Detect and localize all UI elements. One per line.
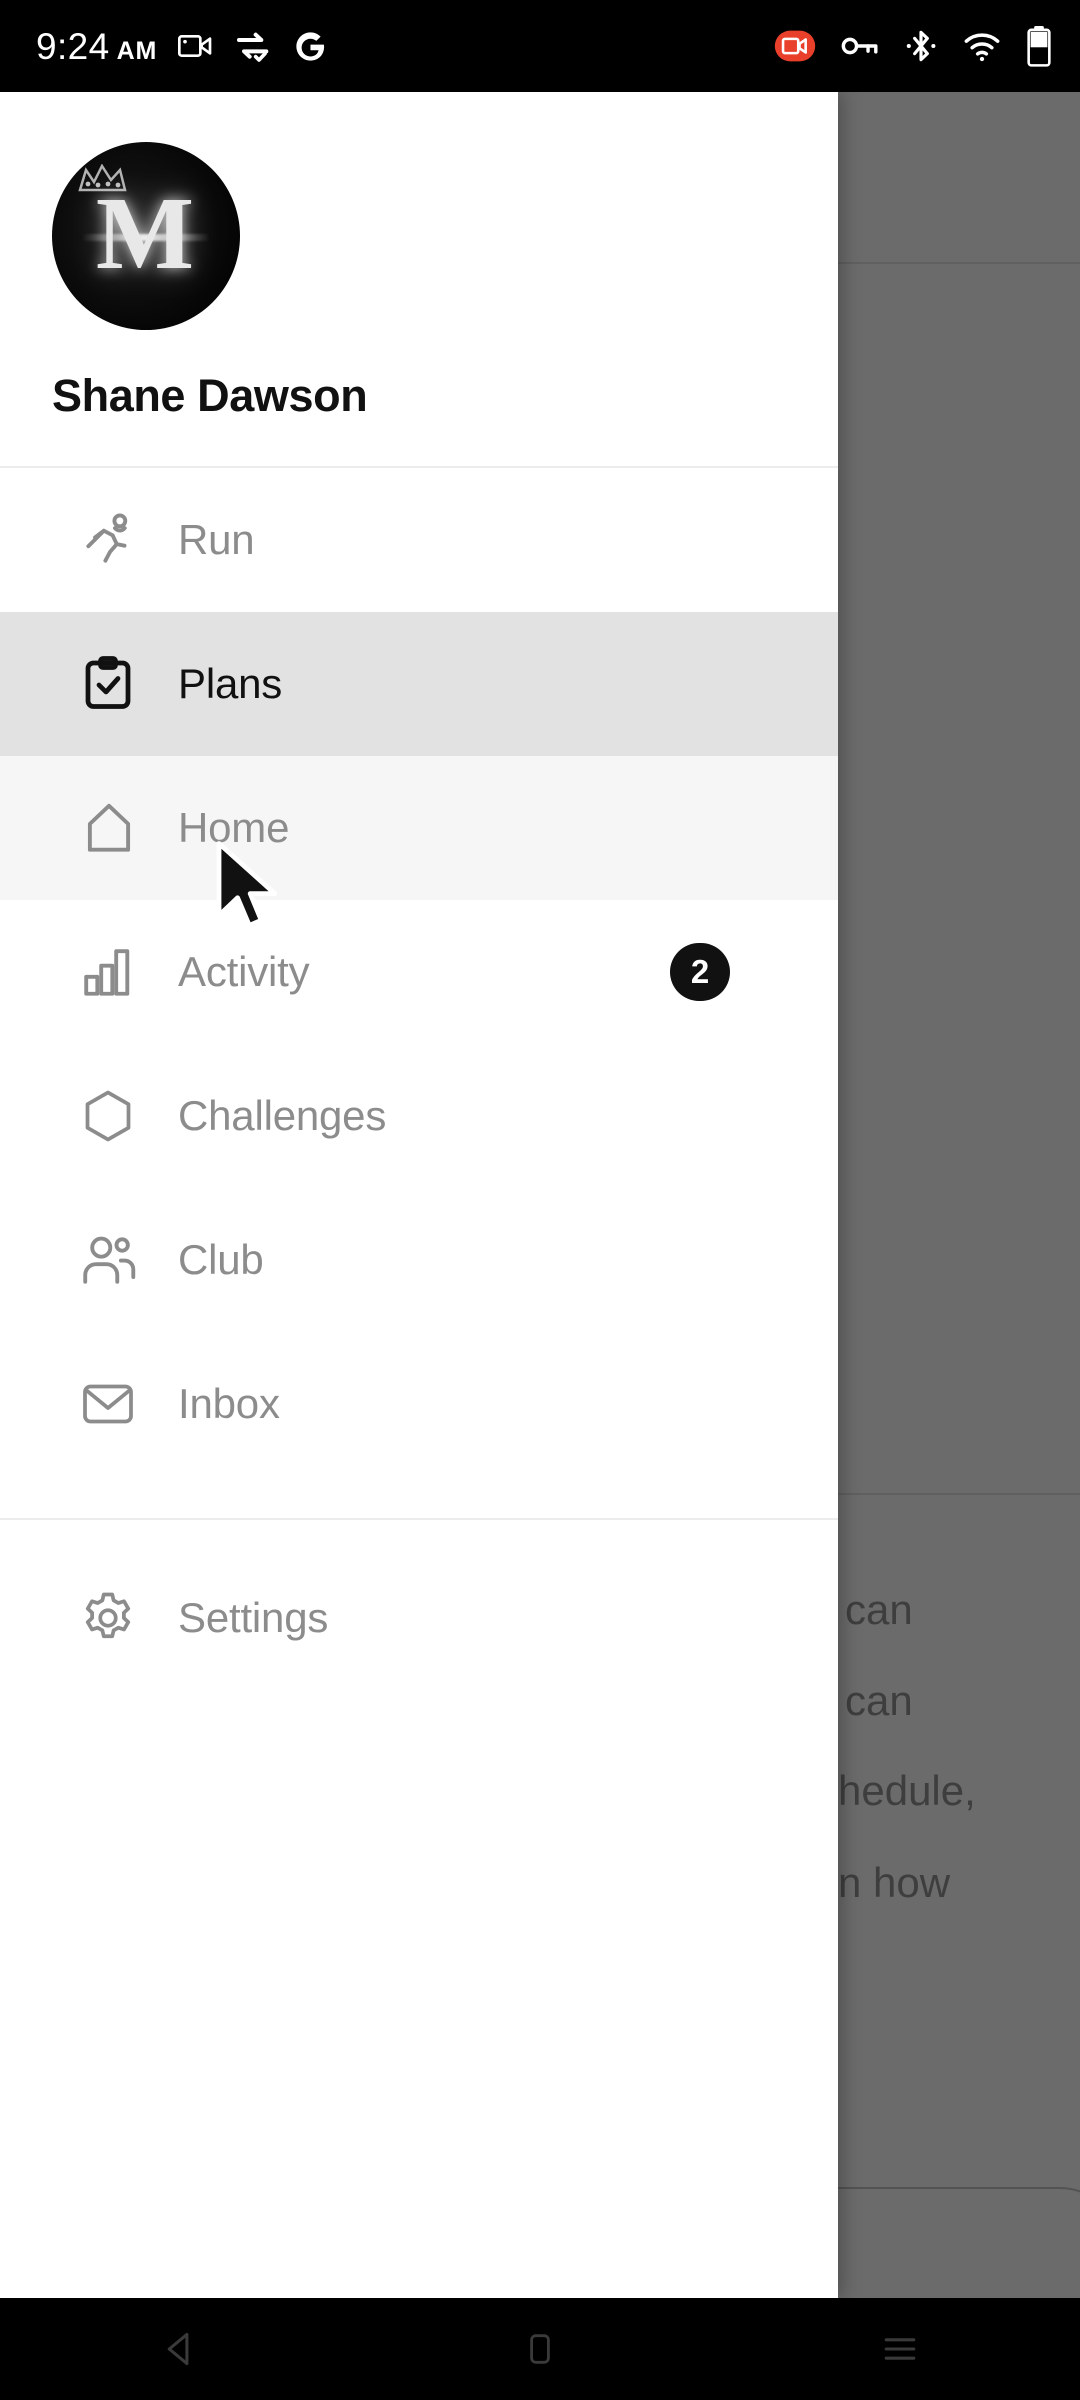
back-button[interactable]	[120, 2298, 240, 2400]
drawer-item-label: Club	[178, 1236, 264, 1283]
drawer-item-label: Run	[178, 516, 255, 563]
settings-divider	[0, 1518, 838, 1520]
profile-header[interactable]: M Shane Dawson	[0, 92, 838, 422]
android-nav-bar	[0, 2298, 1080, 2400]
drawer-item-plans[interactable]: Plans	[0, 612, 838, 756]
battery-icon	[1027, 25, 1051, 67]
bar-chart-icon	[78, 943, 150, 1001]
status-bar-left: 9:24 AM	[36, 26, 329, 66]
vpn-key-icon	[841, 37, 878, 55]
drawer-item-run[interactable]: Run	[0, 468, 838, 612]
drawer-item-label: Plans	[178, 660, 283, 707]
drawer-item-label: Inbox	[178, 1380, 280, 1427]
clipboard-check-icon	[78, 654, 150, 714]
background-text-fragment-1: can	[845, 1586, 913, 1633]
back-triangle-icon	[167, 2332, 189, 2366]
avatar-monogram: M	[95, 176, 197, 292]
recents-button[interactable]	[840, 2298, 960, 2400]
runner-icon	[78, 509, 150, 571]
drawer-item-settings[interactable]: Settings	[0, 1546, 838, 1690]
hexagon-icon	[78, 1086, 150, 1146]
screen-recording-active-icon	[774, 30, 816, 62]
screen-record-icon	[178, 34, 212, 58]
avatar[interactable]: M	[52, 142, 240, 330]
status-bar: 9:24 AM	[0, 0, 1080, 92]
phone-screen: can can hedule, n how M Shane Dawson Run…	[0, 0, 1080, 2400]
gear-icon	[78, 1588, 150, 1648]
home-icon	[78, 797, 150, 859]
status-badge: 2	[670, 943, 730, 1001]
drawer-item-label: Challenges	[178, 1092, 387, 1139]
background-text-fragment-3: hedule,	[838, 1767, 976, 1814]
home-square-icon	[530, 2334, 550, 2364]
drawer-item-inbox[interactable]: Inbox	[0, 1332, 838, 1476]
drawer-item-home[interactable]: Home	[0, 756, 838, 900]
drawer-item-club[interactable]: Club	[0, 1188, 838, 1332]
drawer-item-challenges[interactable]: Challenges	[0, 1044, 838, 1188]
home-button[interactable]	[480, 2298, 600, 2400]
envelope-icon	[78, 1374, 150, 1434]
google-g-icon	[296, 32, 325, 61]
clock-ampm: AM	[116, 36, 158, 65]
drawer-item-activity[interactable]: Activity 2	[0, 900, 838, 1044]
profile-name: Shane Dawson	[52, 370, 368, 421]
data-transfer-check-icon	[237, 32, 269, 62]
background-text-fragment-4: n how	[838, 1859, 951, 1906]
wifi-icon	[964, 33, 1000, 62]
status-bar-clock: 9:24 AM	[36, 28, 157, 65]
bluetooth-icon	[906, 30, 936, 62]
navigation-drawer: M Shane Dawson Run Plans Home Activity 2…	[0, 92, 838, 2298]
drawer-item-label: Home	[178, 804, 290, 851]
clock-time: 9:24	[36, 25, 110, 67]
recents-hamburger-icon	[884, 2338, 916, 2360]
drawer-item-label: Settings	[178, 1594, 329, 1641]
people-icon	[78, 1229, 150, 1291]
drawer-item-label: Activity	[178, 948, 310, 995]
background-text-fragment-2: can	[845, 1677, 913, 1724]
status-bar-right	[774, 25, 1054, 67]
